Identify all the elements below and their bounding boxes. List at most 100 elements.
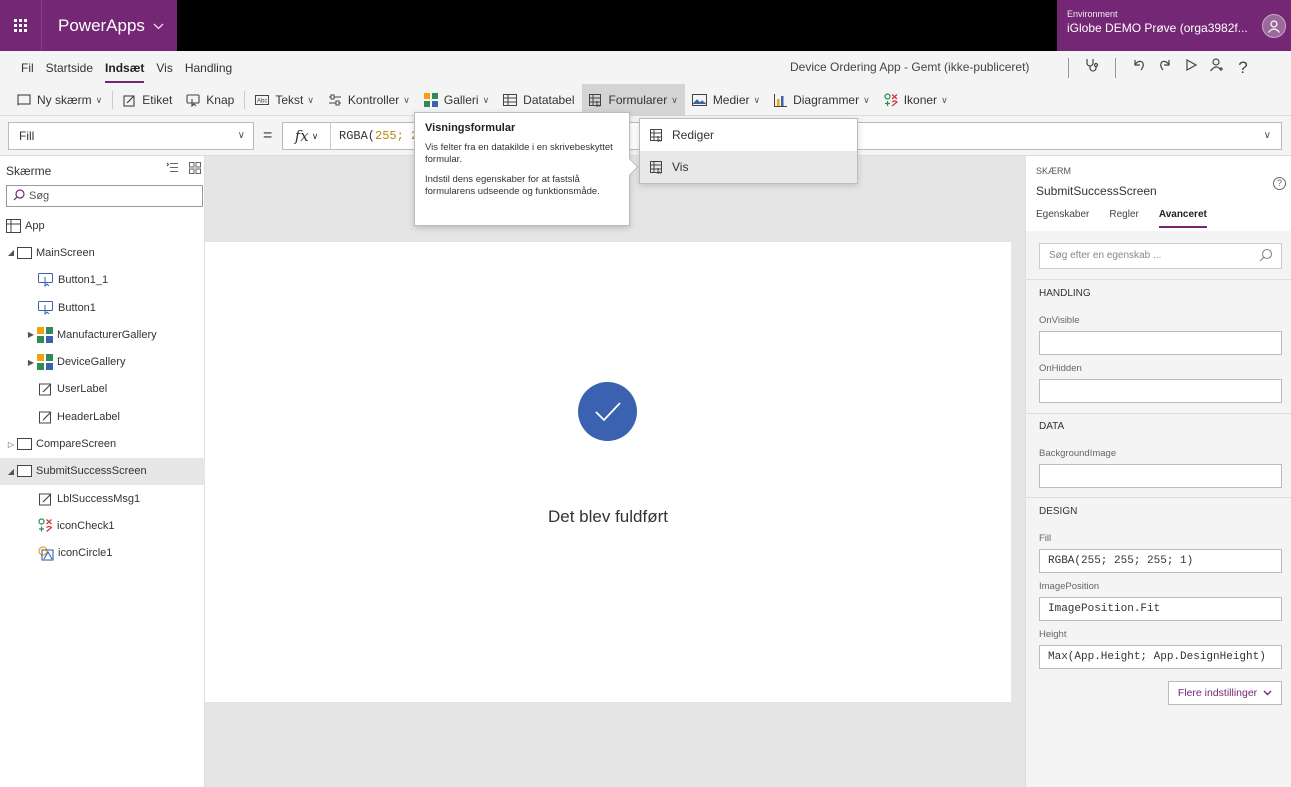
screen-icon — [17, 246, 32, 259]
function-button[interactable]: fx ∨ — [283, 123, 331, 149]
property-dropdown[interactable]: Fill ∨ — [8, 122, 254, 150]
imageposition-input[interactable]: ImagePosition.Fit — [1039, 597, 1282, 621]
caret-collapsed-icon[interactable]: ▶ — [25, 330, 37, 339]
toolbar-right: ? — [1058, 51, 1256, 84]
forms-display-option[interactable]: Vis — [640, 151, 857, 183]
height-input[interactable]: Max(App.Height; App.DesignHeight) — [1039, 645, 1282, 669]
text-menu[interactable]: Abc Tekst ∨ — [248, 84, 321, 116]
tree-item-headerlabel[interactable]: HeaderLabel — [0, 403, 205, 430]
tree-item-submitsuccessscreen[interactable]: ◢ SubmitSuccessScreen — [0, 457, 205, 485]
app-checker-button[interactable] — [1079, 57, 1105, 78]
tree-item-iconcheck1[interactable]: iconCheck1 — [0, 512, 205, 539]
user-add-icon — [1210, 58, 1223, 72]
icons-menu[interactable]: Ikoner ∨ — [877, 84, 955, 116]
tree-item-button1[interactable]: Button1 — [0, 294, 205, 321]
selected-screen-name: SubmitSuccessScreen — [1036, 184, 1157, 198]
list-view-icon[interactable] — [166, 162, 179, 177]
more-options-button[interactable]: Flere indstillinger — [1168, 681, 1282, 705]
tree-item-app[interactable]: App — [0, 212, 205, 239]
chevron-down-icon — [153, 19, 164, 33]
tree-item-userlabel[interactable]: UserLabel — [0, 376, 205, 403]
tree-item-comparescreen[interactable]: ▷ CompareScreen — [0, 430, 205, 457]
button-icon — [186, 93, 200, 107]
thumbnail-view-icon[interactable] — [189, 162, 201, 177]
controls-menu[interactable]: Kontroller ∨ — [321, 84, 417, 116]
redo-button[interactable] — [1152, 57, 1178, 78]
chevron-down-icon: ∨ — [863, 94, 870, 105]
app-launcher-button[interactable] — [0, 0, 41, 51]
edit-form-icon — [650, 128, 664, 142]
onvisible-label: OnVisible — [1039, 315, 1080, 326]
form-icon — [588, 93, 603, 107]
undo-icon — [1134, 60, 1144, 71]
preview-button[interactable] — [1178, 58, 1204, 77]
property-search-input[interactable]: Søg efter en egenskab ... — [1039, 243, 1282, 269]
media-menu[interactable]: Medier ∨ — [685, 84, 767, 116]
tree-item-devicegallery[interactable]: ▶ DeviceGallery — [0, 348, 205, 375]
icon-circle[interactable] — [578, 382, 637, 441]
tree-item-mainscreen[interactable]: ◢ MainScreen — [0, 239, 205, 266]
tree-item-button1-1[interactable]: Button1_1 — [0, 267, 205, 294]
environment-label: Environment — [1067, 9, 1118, 19]
expand-formula-icon[interactable]: ∨ — [1264, 123, 1271, 149]
undo-button[interactable] — [1126, 57, 1152, 78]
chevron-down-icon: ∨ — [311, 130, 319, 141]
menu-fil[interactable]: Fil — [15, 61, 40, 75]
caret-collapsed-icon[interactable]: ▶ — [25, 358, 37, 367]
help-button[interactable]: ? — [1230, 58, 1256, 78]
top-bar: PowerApps Environment iGlobe DEMO Prøve … — [0, 0, 1291, 51]
waffle-icon — [14, 19, 27, 32]
share-button[interactable] — [1204, 57, 1230, 78]
menu-indsaet[interactable]: Indsæt — [99, 61, 150, 83]
gallery-icon — [423, 93, 438, 107]
caret-expanded-icon[interactable]: ◢ — [5, 248, 17, 257]
menu-startside[interactable]: Startside — [40, 61, 99, 75]
onhidden-label: OnHidden — [1039, 363, 1082, 374]
tree-item-lblsuccessmsg1[interactable]: LblSuccessMsg1 — [0, 485, 205, 512]
environment-selector[interactable]: Environment iGlobe DEMO Prøve (orga3982f… — [1057, 0, 1257, 51]
canvas-area: Det blev fuldført — [205, 156, 1025, 787]
menu-vis[interactable]: Vis — [150, 61, 178, 75]
caret-collapsed-icon[interactable]: ▷ — [5, 440, 17, 449]
screen-icon — [17, 94, 31, 106]
submit-success-screen-canvas[interactable]: Det blev fuldført — [205, 242, 1011, 702]
menu-handling[interactable]: Handling — [179, 61, 238, 75]
fx-icon: fx — [294, 127, 309, 145]
tree-item-manufacturergallery[interactable]: ▶ ManufacturerGallery — [0, 321, 205, 348]
charts-menu[interactable]: Diagrammer ∨ — [767, 84, 877, 116]
onhidden-input[interactable] — [1039, 379, 1282, 403]
chevron-down-icon: ∨ — [95, 94, 103, 105]
tab-advanced[interactable]: Avanceret — [1158, 209, 1207, 228]
fill-label: Fill — [1039, 533, 1052, 544]
help-icon[interactable]: ? — [1273, 177, 1286, 190]
caret-expanded-icon[interactable]: ◢ — [5, 467, 17, 476]
handling-section-title: HANDLING — [1039, 288, 1091, 299]
properties-panel: SKÆRM SubmitSuccessScreen ? Egenskaber R… — [1025, 156, 1291, 787]
app-name-menu[interactable]: PowerApps — [41, 0, 177, 51]
backgroundimage-input[interactable] — [1039, 464, 1282, 488]
success-message-label[interactable]: Det blev fuldført — [205, 507, 1011, 527]
button-icon — [38, 300, 54, 315]
user-avatar-button[interactable] — [1257, 0, 1291, 51]
chevron-down-icon: ∨ — [671, 94, 678, 105]
chevron-down-icon: ∨ — [307, 94, 314, 105]
menu-row: Fil Startside Indsæt Vis Handling Device… — [0, 51, 1291, 84]
onvisible-input[interactable] — [1039, 331, 1282, 355]
tooltip-title: Visningsformular — [425, 122, 516, 134]
bar-chart-icon — [774, 93, 788, 107]
tab-properties[interactable]: Egenskaber — [1036, 209, 1089, 228]
chevron-down-icon: ∨ — [753, 94, 761, 105]
label-button[interactable]: Etiket — [116, 84, 179, 116]
play-icon — [1186, 58, 1198, 72]
check-icon[interactable] — [594, 401, 622, 423]
forms-edit-option[interactable]: Rediger — [640, 119, 857, 151]
tree-item-iconcircle1[interactable]: iconCircle1 — [0, 540, 205, 567]
button-button[interactable]: Knap — [179, 84, 241, 116]
insert-ribbon: Ny skærm ∨ Etiket Knap Abc Tekst ∨ Kontr… — [0, 84, 1291, 116]
tree-search-input[interactable]: Søg — [6, 185, 203, 207]
tab-rules[interactable]: Regler — [1109, 209, 1138, 228]
new-screen-button[interactable]: Ny skærm ∨ — [10, 84, 109, 116]
fill-input[interactable]: RGBA(255; 255; 255; 1) — [1039, 549, 1282, 573]
icons-icon — [38, 518, 53, 533]
chevron-down-icon — [1263, 688, 1272, 698]
